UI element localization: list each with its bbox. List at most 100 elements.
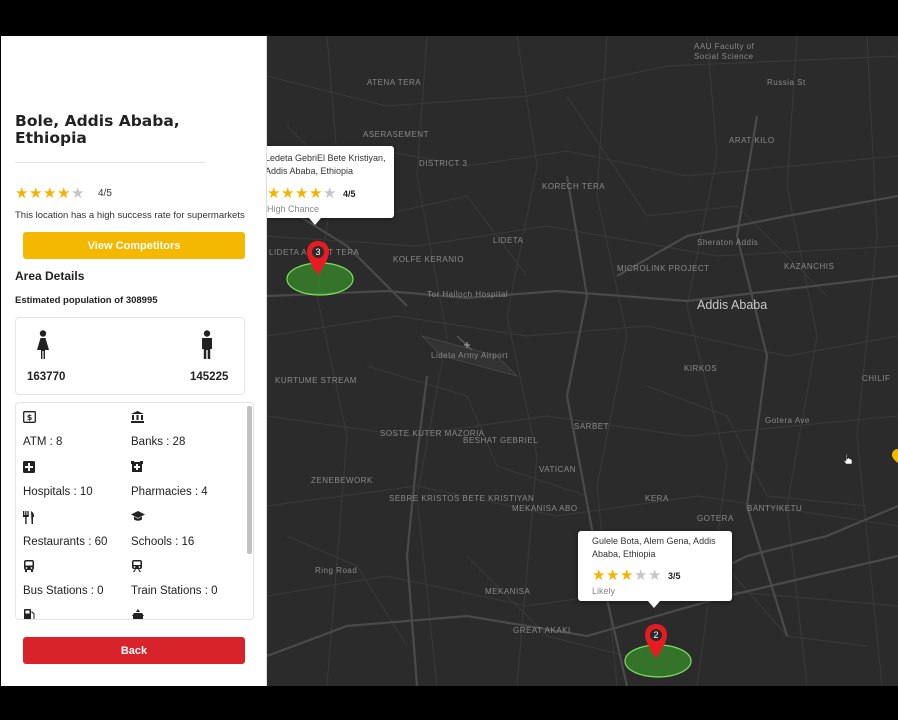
map-label: Russia St bbox=[767, 78, 806, 87]
star-icon: ★ bbox=[606, 567, 620, 584]
popup-address: Ledeta GebriEl Bete Kristiyan, Addis Aba… bbox=[267, 153, 386, 176]
map-label: MICROLINK PROJECT bbox=[617, 264, 710, 273]
map-label: Lideta Army Airport bbox=[431, 351, 509, 360]
star-icon: ★ bbox=[43, 185, 57, 202]
facility-train-stations: Train Stations : 0 bbox=[131, 560, 236, 597]
map-label: KOLFE KERANIO bbox=[393, 255, 464, 264]
location-rating: ★ ★ ★ ★ ★ 4/5 bbox=[15, 186, 112, 201]
popup-rating: ★ ★ ★ ★ ★ 3/5 bbox=[592, 568, 681, 583]
map-label: ARAT KILO bbox=[729, 136, 775, 145]
success-rate-text: This location has a high success rate fo… bbox=[15, 210, 245, 221]
facility-fuel bbox=[23, 609, 128, 619]
view-competitors-button[interactable]: View Competitors bbox=[23, 232, 245, 259]
popup-rating: ★ ★ ★ ★ ★ 4/5 bbox=[267, 186, 356, 201]
map-label: Tor Hailoch Hospital bbox=[427, 290, 509, 299]
map-label: Social Science bbox=[694, 52, 754, 61]
map-label: Sheraton Addis bbox=[697, 238, 759, 247]
facility-label: Pharmacies : 4 bbox=[131, 486, 208, 498]
map-view[interactable]: AAU Faculty of Social Science ATENA TERA… bbox=[267, 36, 898, 686]
facility-atm: $ ATM : 8 bbox=[23, 411, 128, 448]
rating-text: 4/5 bbox=[98, 188, 112, 199]
star-icon: ★ bbox=[309, 185, 323, 202]
app-frame: Bole, Addis Ababa, Ethiopia ★ ★ ★ ★ ★ 4/… bbox=[0, 0, 898, 720]
scrollbar-thumb[interactable] bbox=[247, 406, 252, 554]
star-icon: ★ bbox=[267, 185, 281, 202]
hospital-icon bbox=[23, 461, 128, 475]
train-icon bbox=[131, 560, 236, 574]
map-label: ATENA TERA bbox=[367, 78, 422, 87]
location-title: Bole, Addis Ababa, Ethiopia bbox=[15, 112, 180, 147]
place-of-worship-icon bbox=[131, 609, 236, 619]
hand-cursor-icon bbox=[843, 453, 853, 465]
map-label: KAZANCHIS bbox=[784, 262, 835, 271]
popup-chance: High Chance bbox=[267, 204, 320, 214]
facility-label: Schools : 16 bbox=[131, 536, 195, 548]
map-label: BESHAT GEBRIEL bbox=[463, 436, 539, 445]
facility-label: ATM : 8 bbox=[23, 436, 63, 448]
male-count: 145225 bbox=[190, 371, 229, 383]
popup-tail bbox=[648, 601, 660, 608]
male-icon bbox=[202, 330, 212, 359]
facility-place-of-worship bbox=[131, 609, 236, 619]
star-icon: ★ bbox=[648, 567, 662, 584]
map-label: KORECH TERA bbox=[542, 182, 606, 191]
star-icon: ★ bbox=[634, 567, 648, 584]
back-button[interactable]: Back bbox=[23, 637, 245, 664]
map-label: DISTRICT 3 bbox=[419, 159, 468, 168]
facility-hospitals: Hospitals : 10 bbox=[23, 461, 128, 498]
divider bbox=[15, 162, 205, 163]
map-label: Ring Road bbox=[315, 566, 358, 575]
map-city-label: Addis Ababa bbox=[697, 298, 768, 312]
facility-bus-stations: Bus Stations : 0 bbox=[23, 560, 128, 597]
facility-label: Train Stations : 0 bbox=[131, 585, 218, 597]
pharmacy-icon bbox=[131, 461, 236, 475]
star-icon: ★ bbox=[15, 185, 29, 202]
facilities-list: $ ATM : 8 Banks : 28 Hospitals : 10 Phar… bbox=[15, 402, 254, 620]
star-icon: ★ bbox=[281, 185, 295, 202]
marker-count: 3 bbox=[315, 247, 320, 257]
star-icon: ★ bbox=[592, 567, 606, 584]
map-label: SARBET bbox=[574, 422, 610, 431]
facility-banks: Banks : 28 bbox=[131, 411, 236, 448]
map-marker-edge-icon[interactable] bbox=[891, 448, 898, 464]
facility-pharmacies: Pharmacies : 4 bbox=[131, 461, 236, 498]
map-label: Gotera Ave bbox=[765, 416, 810, 425]
map-label: GREAT AKAKI bbox=[513, 626, 571, 635]
map-label: SEBRE KRISTOS BETE KRISTIYAN bbox=[389, 494, 535, 503]
map-label: MEKANISA ABO bbox=[512, 504, 578, 513]
bank-icon bbox=[131, 411, 236, 425]
map-label: KIRKOS bbox=[684, 364, 718, 373]
map-label: KURTUME STREAM bbox=[275, 376, 357, 385]
map-label: VATICAN bbox=[539, 465, 576, 474]
map-label: CHILIF bbox=[862, 374, 891, 383]
school-icon bbox=[131, 511, 236, 525]
gender-card: 163770 145225 bbox=[15, 317, 245, 395]
map-label: ZENEBEWORK bbox=[311, 476, 373, 485]
female-icon bbox=[37, 330, 49, 359]
map-pin-icon[interactable]: 3 bbox=[306, 240, 330, 276]
female-count: 163770 bbox=[27, 371, 66, 383]
map-label: LIDETA bbox=[493, 236, 524, 245]
fuel-icon bbox=[23, 609, 128, 619]
marker-popup[interactable]: Ledeta GebriEl Bete Kristiyan, Addis Aba… bbox=[267, 146, 394, 225]
location-details-panel: Bole, Addis Ababa, Ethiopia ★ ★ ★ ★ ★ 4/… bbox=[1, 36, 267, 686]
map-label: ASERASEMENT bbox=[363, 130, 429, 139]
map-label: AAU Faculty of bbox=[694, 42, 755, 51]
facility-restaurants: Restaurants : 60 bbox=[23, 511, 128, 548]
star-icon: ★ bbox=[29, 185, 43, 202]
marker-count: 2 bbox=[653, 630, 658, 640]
popup-score: 3/5 bbox=[668, 570, 681, 581]
population-text: Estimated population of 308995 bbox=[15, 295, 158, 306]
facility-label: Banks : 28 bbox=[131, 436, 186, 448]
marker-popup[interactable]: Gulele Bota, Alem Gena, Addis Ababa, Eth… bbox=[578, 531, 732, 608]
star-icon: ★ bbox=[295, 185, 309, 202]
map-label: MEKANISA bbox=[485, 587, 531, 596]
facility-schools: Schools : 16 bbox=[131, 511, 236, 548]
facility-label: Hospitals : 10 bbox=[23, 486, 93, 498]
map-pin-icon[interactable]: 2 bbox=[644, 623, 668, 659]
popup-chance: Likely bbox=[592, 586, 616, 596]
star-icon: ★ bbox=[57, 185, 71, 202]
restaurant-icon bbox=[23, 511, 128, 525]
popup-tail bbox=[309, 218, 321, 225]
popup-score: 4/5 bbox=[343, 188, 356, 199]
